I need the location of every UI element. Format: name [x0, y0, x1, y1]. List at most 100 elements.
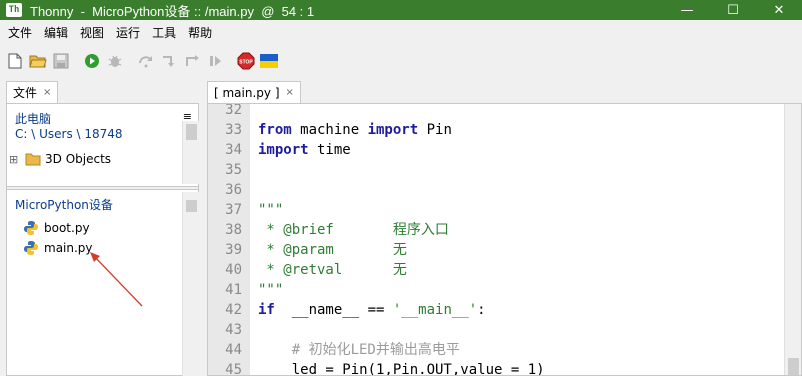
- code-token: import: [367, 122, 419, 138]
- code-token: * @param 无: [258, 242, 407, 258]
- device-section-header: MicroPython设备 ≡: [7, 196, 200, 213]
- new-file-icon[interactable]: [4, 50, 26, 72]
- ukraine-flag-icon[interactable]: [258, 50, 280, 72]
- expand-icon[interactable]: ⊞: [9, 153, 23, 166]
- code-line[interactable]: 33 from machine import Pin: [208, 120, 782, 140]
- tab-files-label: 文件: [13, 86, 38, 100]
- svg-text:STOP: STOP: [239, 60, 253, 66]
- debug-icon[interactable]: [104, 50, 126, 72]
- code-text: led = Pin(1,Pin.OUT,value = 1): [258, 360, 545, 376]
- title-bar: Th Thonny - MicroPython设备 :: /main.py @ …: [0, 0, 802, 20]
- resume-icon[interactable]: [204, 50, 226, 72]
- tree-item-label: 3D Objects: [45, 152, 112, 166]
- menu-bar: 文件 编辑 视图 运行 工具 帮助: [0, 22, 802, 44]
- code-token: if: [258, 302, 275, 318]
- step-out-icon[interactable]: [181, 50, 203, 72]
- code-token: time: [308, 142, 351, 158]
- line-number: 34: [225, 142, 242, 158]
- line-number: 39: [225, 242, 242, 258]
- stop-icon[interactable]: STOP: [235, 50, 257, 72]
- code-text: # 初始化LED并输出高电平: [258, 340, 460, 360]
- code-text: * @retval 无: [258, 260, 407, 280]
- code-token: __name__ ==: [274, 302, 393, 318]
- device-scroll-thumb[interactable]: [186, 200, 197, 212]
- window-title: Thonny - MicroPython设备 :: /main.py @ 54 …: [30, 3, 315, 19]
- menu-file[interactable]: 文件: [2, 22, 38, 44]
- code-token: * @brief 程序入口: [258, 222, 449, 238]
- pane-divider[interactable]: [7, 186, 198, 190]
- code-text: * @param 无: [258, 240, 407, 260]
- tab-files[interactable]: 文件 ×: [6, 81, 59, 103]
- tree-item-3d-objects[interactable]: ⊞ 3D Objects: [9, 150, 111, 168]
- tab-files-close-icon[interactable]: ×: [43, 87, 51, 98]
- line-number: 35: [225, 162, 242, 178]
- line-number: 36: [225, 182, 242, 198]
- code-line[interactable]: 42 if __name__ == '__main__':: [208, 300, 782, 320]
- save-icon[interactable]: [50, 50, 72, 72]
- tab-main-py-close-icon[interactable]: ×: [286, 87, 294, 98]
- code-token: * @retval 无: [258, 262, 407, 278]
- code-token: # 初始化LED并输出高电平: [258, 342, 460, 358]
- toolbar: STOP: [0, 48, 802, 74]
- code-line[interactable]: 45 led = Pin(1,Pin.OUT,value = 1): [208, 360, 782, 376]
- code-token: '__main__': [392, 302, 478, 318]
- code-token: import: [258, 142, 309, 158]
- code-text: import time: [258, 140, 351, 160]
- device-section-title: MicroPython设备: [15, 198, 113, 212]
- computer-scrollbar[interactable]: [182, 121, 199, 184]
- code-token: """: [258, 202, 284, 218]
- tab-main-py[interactable]: [ main.py ] ×: [207, 81, 301, 103]
- menu-run[interactable]: 运行: [110, 22, 146, 44]
- editor-scroll-thumb[interactable]: [788, 358, 799, 375]
- line-number: 32: [225, 103, 242, 118]
- computer-path[interactable]: C: \ Users \ 18748: [15, 127, 123, 141]
- device-scrollbar[interactable]: [182, 192, 199, 376]
- step-over-icon[interactable]: [135, 50, 157, 72]
- line-number: 40: [225, 262, 242, 278]
- editor-tab-strip: [ main.py ] ×: [207, 79, 301, 103]
- code-line[interactable]: 36: [208, 180, 782, 200]
- line-number: 37: [225, 202, 242, 218]
- code-token: machine: [291, 122, 368, 138]
- code-line[interactable]: 39 * @param 无: [208, 240, 782, 260]
- code-line[interactable]: 43: [208, 320, 782, 340]
- code-line[interactable]: 32: [208, 103, 782, 120]
- python-file-icon: [24, 241, 38, 255]
- line-number: 43: [225, 322, 242, 338]
- tab-main-py-label: [ main.py ]: [214, 85, 280, 100]
- code-text: """: [258, 280, 283, 300]
- menu-view[interactable]: 视图: [74, 22, 110, 44]
- menu-edit[interactable]: 编辑: [38, 22, 74, 44]
- code-token: led = Pin(1,Pin.OUT,value = 1): [258, 362, 545, 376]
- code-token: """: [258, 282, 284, 298]
- open-folder-icon[interactable]: [27, 50, 49, 72]
- code-editor[interactable]: 32 33 from machine import Pin 34 import time…: [207, 103, 802, 376]
- files-tab-strip: 文件 ×: [6, 79, 59, 103]
- tree-item-boot-py[interactable]: boot.py: [23, 219, 90, 237]
- maximize-button[interactable]: ☐: [710, 0, 756, 20]
- line-number: 33: [225, 122, 242, 138]
- line-number: 45: [225, 362, 242, 376]
- line-number: 38: [225, 222, 242, 238]
- line-number: 42: [225, 302, 242, 318]
- code-line[interactable]: 40 * @retval 无: [208, 260, 782, 280]
- run-icon[interactable]: [81, 50, 103, 72]
- code-line[interactable]: 35: [208, 160, 782, 180]
- computer-section-title: 此电脑: [15, 112, 52, 126]
- close-button[interactable]: ✕: [756, 0, 802, 20]
- menu-help[interactable]: 帮助: [182, 22, 218, 44]
- code-line[interactable]: 44 # 初始化LED并输出高电平: [208, 340, 782, 360]
- code-line[interactable]: 34 import time: [208, 140, 782, 160]
- code-line[interactable]: 37 """: [208, 200, 782, 220]
- thonny-app-icon: Th: [6, 3, 22, 17]
- window-controls: — ☐ ✕: [664, 0, 802, 20]
- code-text: * @brief 程序入口: [258, 220, 449, 240]
- editor-scrollbar[interactable]: [784, 104, 801, 375]
- minimize-button[interactable]: —: [664, 0, 710, 20]
- computer-scroll-thumb[interactable]: [186, 124, 197, 140]
- code-line[interactable]: 38 * @brief 程序入口: [208, 220, 782, 240]
- code-token: from: [258, 122, 292, 138]
- menu-tools[interactable]: 工具: [146, 22, 182, 44]
- code-line[interactable]: 41 """: [208, 280, 782, 300]
- step-into-icon[interactable]: [158, 50, 180, 72]
